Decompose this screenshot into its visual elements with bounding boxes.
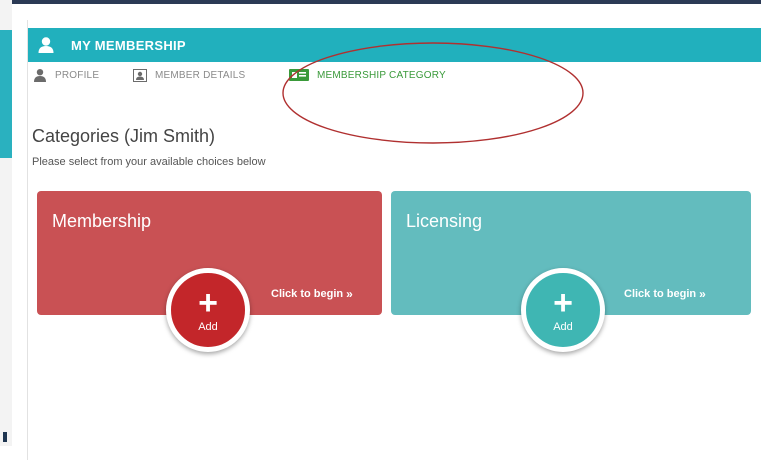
page-subtitle: Please select from your available choice… (32, 156, 266, 168)
plus-icon: + (198, 284, 218, 322)
plus-icon: + (553, 284, 573, 322)
double-chevron-right-icon: » (699, 287, 706, 301)
click-to-begin-link[interactable]: Click to begin » (624, 287, 706, 301)
add-label: Add (198, 321, 218, 333)
click-to-begin-link[interactable]: Click to begin » (271, 287, 353, 301)
tab-membership-category[interactable]: MEMBERSHIP CATEGORY (289, 69, 446, 81)
left-sidebar-accent (0, 30, 12, 158)
panel-header: MY MEMBERSHIP (28, 28, 761, 62)
id-card-icon (289, 69, 309, 81)
tab-profile-label: PROFILE (55, 69, 100, 81)
user-icon (34, 69, 46, 82)
panel-title: MY MEMBERSHIP (71, 37, 186, 53)
cta-label: Click to begin (271, 288, 344, 300)
tab-membership-category-label: MEMBERSHIP CATEGORY (317, 69, 446, 81)
top-rule (0, 0, 761, 4)
add-licensing-button[interactable]: + Add (521, 268, 605, 352)
card-title: Membership (52, 211, 152, 231)
card-title: Licensing (406, 211, 483, 231)
double-chevron-right-icon: » (346, 287, 353, 301)
user-icon (38, 37, 54, 53)
page-title: Categories (Jim Smith) (32, 126, 216, 146)
tab-bar: PROFILE MEMBER DETAILS MEMBERSHIP CATEGO… (33, 68, 446, 82)
tab-profile[interactable]: PROFILE (33, 68, 133, 82)
tab-member-details[interactable]: MEMBER DETAILS (133, 68, 289, 82)
tab-member-details-label: MEMBER DETAILS (155, 69, 246, 81)
left-sidebar-marker (3, 432, 7, 442)
id-card-icon (133, 68, 147, 82)
cta-label: Click to begin (624, 288, 697, 300)
add-label: Add (553, 321, 573, 333)
add-membership-button[interactable]: + Add (166, 268, 250, 352)
